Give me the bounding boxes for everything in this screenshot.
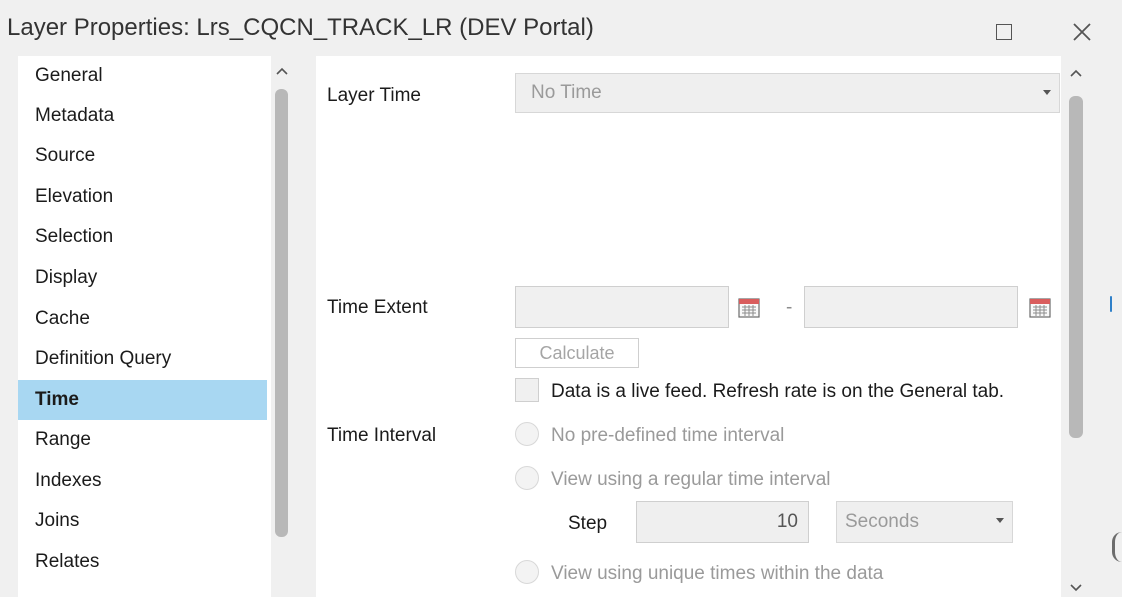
calendar-icon[interactable]	[737, 295, 761, 319]
sidebar-item-label: Definition Query	[35, 348, 172, 369]
sidebar-item-label: Source	[35, 145, 96, 166]
step-value-input[interactable]: 10	[636, 501, 809, 543]
sidebar-item-label: Elevation	[35, 186, 114, 207]
interval-unit-select[interactable]: Seconds	[836, 501, 1013, 543]
chevron-down-icon	[1043, 90, 1051, 95]
sidebar-item-label: Relates	[35, 551, 100, 572]
chevron-up-icon[interactable]	[275, 66, 289, 76]
live-feed-label: Data is a live feed. Refresh rate is on …	[551, 381, 1005, 402]
property-navigation: General Metadata Source Elevation Select…	[18, 56, 293, 597]
sidebar-item-elevation[interactable]: Elevation	[18, 177, 267, 217]
sidebar-item-definition-query[interactable]: Definition Query	[18, 339, 267, 379]
time-interval-label: Time Interval	[327, 425, 437, 446]
window-title: Layer Properties: Lrs_CQCN_TRACK_LR (DEV…	[7, 14, 594, 41]
sidebar-item-indexes[interactable]: Indexes	[18, 461, 267, 501]
sidebar-item-cache[interactable]: Cache	[18, 299, 267, 339]
sidebar-item-time[interactable]: Time	[18, 380, 267, 420]
sidebar-item-metadata[interactable]: Metadata	[18, 96, 267, 136]
unique-times-radio[interactable]	[515, 560, 539, 584]
live-feed-checkbox[interactable]	[515, 378, 539, 402]
calculate-button[interactable]: Calculate	[515, 338, 639, 368]
sidebar-item-relates[interactable]: Relates	[18, 542, 267, 582]
sidebar-item-label: Display	[35, 267, 98, 288]
regular-interval-label: View using a regular time interval	[551, 469, 831, 490]
sidebar-item-label: Selection	[35, 226, 114, 247]
no-predefined-interval-radio[interactable]	[515, 422, 539, 446]
sidebar-item-label: General	[35, 65, 103, 86]
time-extent-label: Time Extent	[327, 297, 428, 318]
sidebar-item-label: Metadata	[35, 105, 115, 126]
chevron-down-icon	[996, 518, 1004, 523]
layer-time-label: Layer Time	[327, 85, 421, 106]
regular-interval-radio[interactable]	[515, 466, 539, 490]
content-scroll-thumb[interactable]	[1069, 96, 1083, 438]
sidebar-item-source[interactable]: Source	[18, 136, 267, 176]
time-settings-panel: Layer Time No Time Time Extent - Calcula…	[316, 56, 1090, 597]
start-date-input[interactable]	[515, 286, 729, 328]
layer-time-value: No Time	[531, 82, 602, 103]
sidebar-item-general[interactable]: General	[18, 56, 267, 96]
sidebar-scroll-thumb[interactable]	[275, 89, 288, 537]
sidebar-item-label: Range	[35, 429, 91, 450]
sidebar-item-label: Indexes	[35, 470, 102, 491]
chevron-up-icon[interactable]	[1069, 68, 1083, 78]
layer-time-select[interactable]: No Time	[515, 73, 1060, 113]
sidebar-item-range[interactable]: Range	[18, 420, 267, 460]
close-icon	[1073, 23, 1091, 41]
sidebar-item-label: Time	[35, 389, 80, 410]
sidebar-item-display[interactable]: Display	[18, 258, 267, 298]
maximize-icon	[996, 24, 1012, 40]
sidebar-item-label: Joins	[35, 510, 80, 531]
calendar-icon[interactable]	[1028, 295, 1052, 319]
sidebar-item-label: Cache	[35, 308, 90, 329]
unique-times-label: View using unique times within the data	[551, 563, 884, 584]
no-predefined-interval-label: No pre-defined time interval	[551, 425, 785, 446]
sidebar-item-selection[interactable]: Selection	[18, 217, 267, 257]
date-range-separator: -	[786, 297, 793, 318]
background-edge-arc	[1112, 532, 1122, 562]
chevron-down-icon[interactable]	[1069, 583, 1083, 593]
interval-unit-value: Seconds	[845, 511, 919, 532]
sidebar-item-joins[interactable]: Joins	[18, 501, 267, 541]
end-date-input[interactable]	[804, 286, 1018, 328]
background-edge-mark	[1110, 296, 1112, 312]
step-label: Step	[568, 513, 608, 534]
